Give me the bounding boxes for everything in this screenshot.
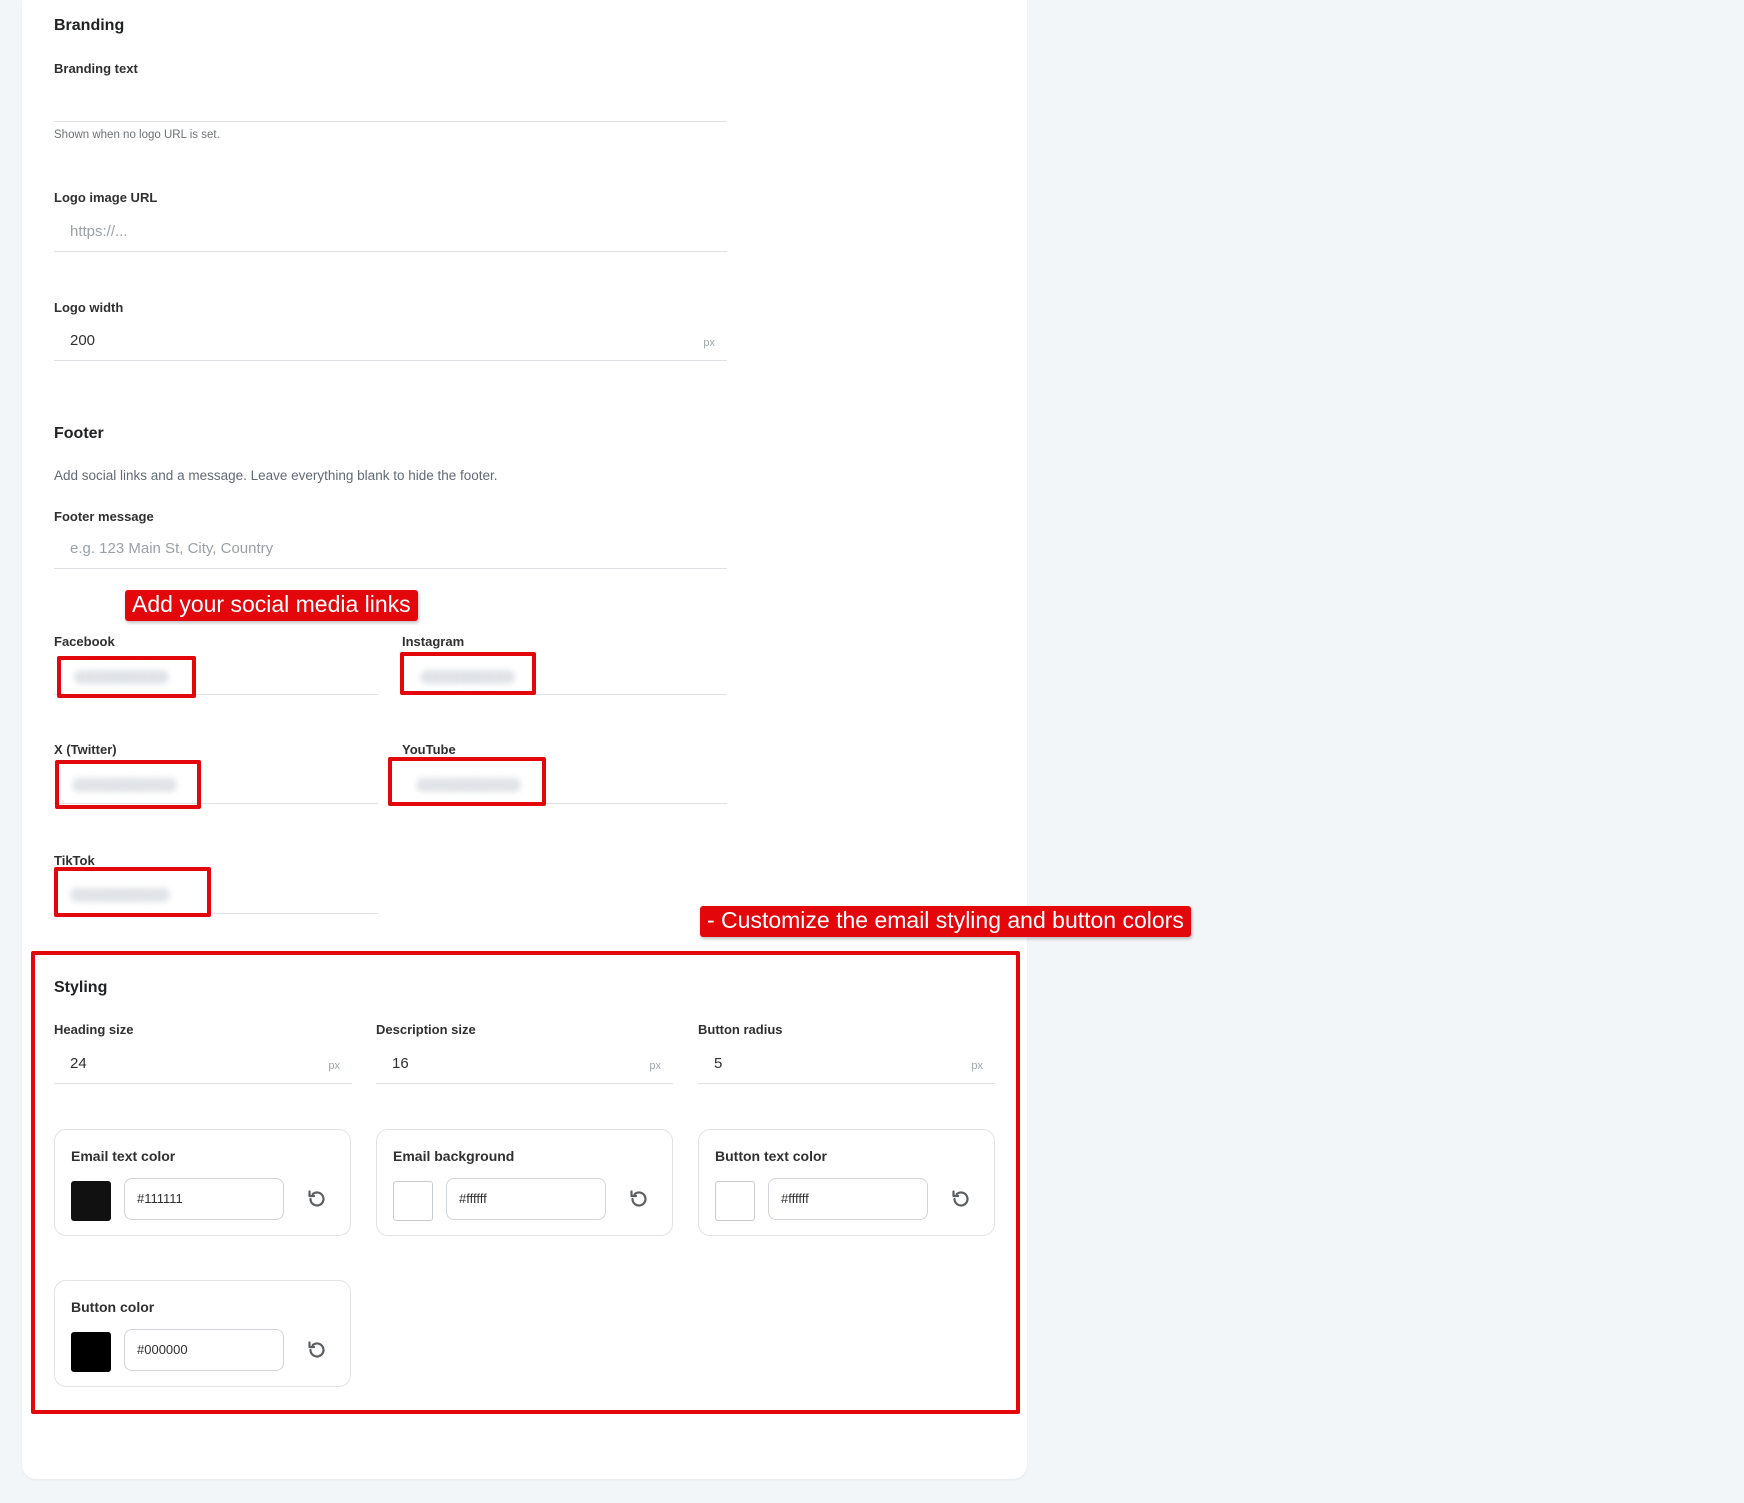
footer-description: Add social links and a message. Leave ev… [54,468,498,483]
styling-highlight [31,951,1020,1414]
footer-message-placeholder: e.g. 123 Main St, City, Country [70,540,274,557]
logo-width-value: 200 [70,332,96,349]
footer-section-title: Footer [54,425,104,442]
logo-width-suffix: px [703,337,715,349]
twitter-highlight [55,760,201,809]
tiktok-highlight [54,867,211,917]
facebook-label: Facebook [54,634,115,649]
facebook-highlight [57,656,196,698]
logo-url-input[interactable]: https://... [54,214,727,252]
branding-text-label: Branding text [54,61,138,76]
branding-text-input[interactable] [54,84,727,122]
logo-url-placeholder: https://... [70,223,128,240]
styling-callout: - Customize the email styling and button… [700,906,1191,937]
branding-text-help: Shown when no logo URL is set. [54,129,220,141]
footer-message-input[interactable]: e.g. 123 Main St, City, Country [54,531,727,569]
instagram-highlight [400,652,536,695]
social-links-callout: Add your social media links [125,590,418,621]
youtube-highlight [388,757,546,806]
logo-width-input[interactable]: 200 px [54,323,727,361]
youtube-label: YouTube [402,742,456,757]
footer-message-label: Footer message [54,509,154,524]
logo-url-label: Logo image URL [54,190,158,205]
logo-width-label: Logo width [54,300,124,315]
instagram-label: Instagram [402,634,465,649]
branding-section-title: Branding [54,17,125,34]
tiktok-label: TikTok [54,853,95,868]
twitter-label: X (Twitter) [54,742,117,757]
